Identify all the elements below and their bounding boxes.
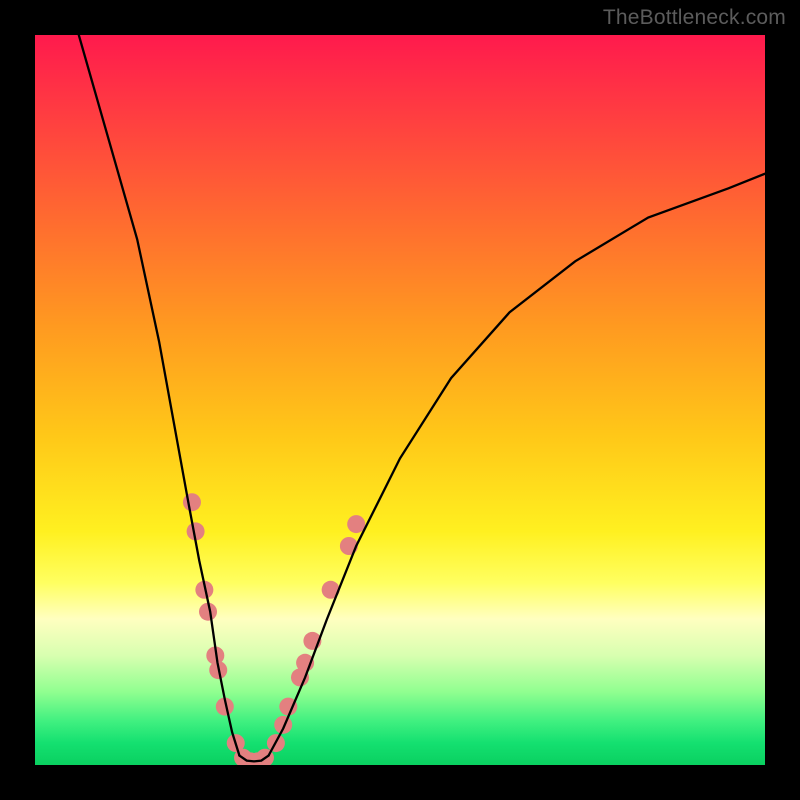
outer-frame: TheBottleneck.com [0,0,800,800]
curve-right [269,174,765,756]
chart-svg [35,35,765,765]
watermark-label: TheBottleneck.com [603,6,786,30]
chart-plot-area [35,35,765,765]
curve-marker [183,493,201,511]
markers-group [183,493,365,765]
curve-marker [274,716,292,734]
curve-marker [347,515,365,533]
curve-left [79,35,240,756]
